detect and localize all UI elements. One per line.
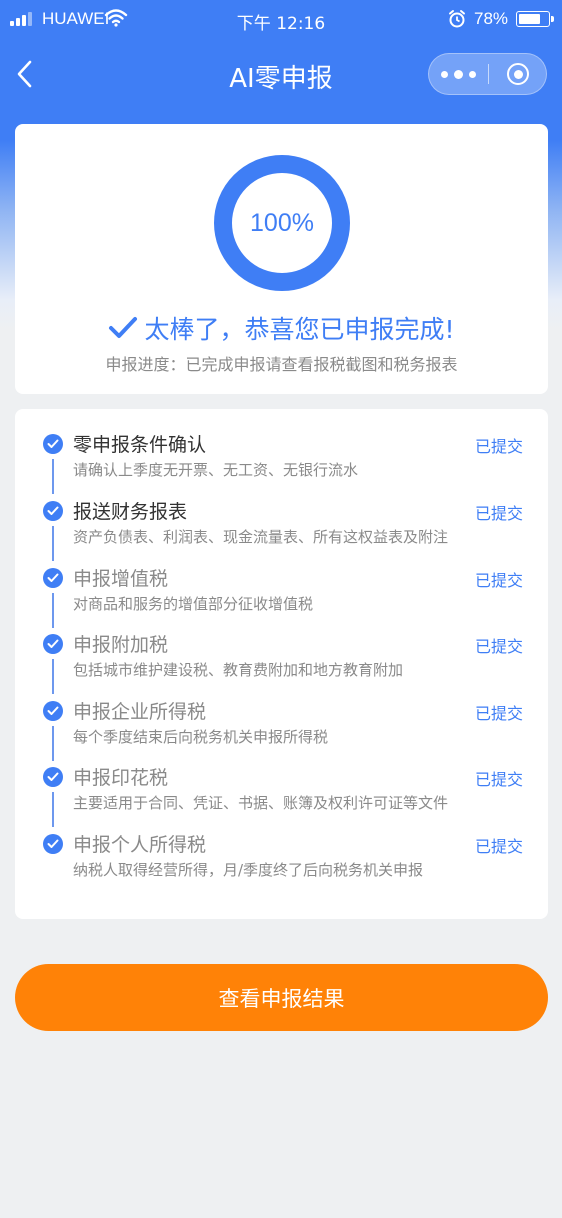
view-result-button[interactable]: 查看申报结果 — [15, 964, 548, 1031]
step-check-icon — [43, 834, 63, 854]
step-status: 已提交 — [474, 504, 523, 523]
step-title: 零申报条件确认 — [73, 434, 207, 456]
step-item: 申报印花税 主要适用于合同、凭证、书据、账簿及权利许可证等文件 已提交 — [15, 742, 548, 827]
step-item: 申报企业所得税 每个季度结束后向税务机关申报所得税 已提交 — [15, 676, 548, 761]
step-title: 报送财务报表 — [73, 501, 188, 523]
step-check-icon — [43, 501, 63, 521]
step-check-icon — [43, 701, 63, 721]
steps-card: 零申报条件确认 请确认上季度无开票、无工资、无银行流水 已提交 报送财务报表 资… — [15, 409, 548, 919]
close-program-icon[interactable] — [489, 54, 547, 94]
step-item: 报送财务报表 资产负债表、利润表、现金流量表、所有这权益表及附注 已提交 — [15, 476, 548, 561]
step-title: 申报印花税 — [73, 767, 169, 789]
step-check-icon — [43, 634, 63, 654]
step-title: 申报增值税 — [73, 568, 169, 590]
step-description: 纳税人取得经营所得，月/季度终了后向税务机关申报 — [73, 861, 424, 879]
battery-percent: 78% — [474, 9, 509, 28]
navigation-bar: AI零申报 — [0, 44, 562, 104]
success-text: 太棒了，恭喜您已申报完成! — [144, 315, 455, 344]
mini-program-capsule — [428, 53, 547, 95]
step-status: 已提交 — [474, 571, 523, 590]
alarm-icon — [449, 10, 465, 28]
step-status: 已提交 — [474, 704, 523, 723]
step-status: 已提交 — [474, 837, 523, 856]
step-title: 申报个人所得税 — [73, 834, 207, 856]
step-check-icon — [43, 767, 63, 787]
progress-percent: 100% — [250, 209, 314, 237]
step-check-icon — [43, 568, 63, 588]
step-status: 已提交 — [474, 637, 523, 656]
progress-note: 申报进度：已完成申报请查看报税截图和税务报表 — [105, 355, 458, 374]
success-message: 太棒了，恭喜您已申报完成! — [15, 310, 548, 346]
step-item: 申报增值税 对商品和服务的增值部分征收增值税 已提交 — [15, 543, 548, 628]
step-check-icon — [43, 434, 63, 454]
step-item: 零申报条件确认 请确认上季度无开票、无工资、无银行流水 已提交 — [15, 409, 548, 494]
step-title: 申报附加税 — [73, 634, 169, 656]
step-item: 申报个人所得税 纳税人取得经营所得，月/季度终了后向税务机关申报 已提交 — [15, 809, 548, 879]
more-options-icon[interactable] — [429, 54, 487, 94]
checkmark-icon — [109, 317, 138, 338]
step-status: 已提交 — [474, 770, 523, 789]
status-bar: HUAWEI 下午 12:16 78% — [0, 0, 562, 40]
step-title: 申报企业所得税 — [73, 701, 207, 723]
battery-icon — [516, 11, 554, 27]
completion-card: 100% 太棒了，恭喜您已申报完成! 申报进度：已完成申报请查看报税截图和税务报… — [15, 124, 548, 394]
step-status: 已提交 — [474, 437, 523, 456]
step-item: 申报附加税 包括城市维护建设税、教育费附加和地方教育附加 已提交 — [15, 609, 548, 694]
